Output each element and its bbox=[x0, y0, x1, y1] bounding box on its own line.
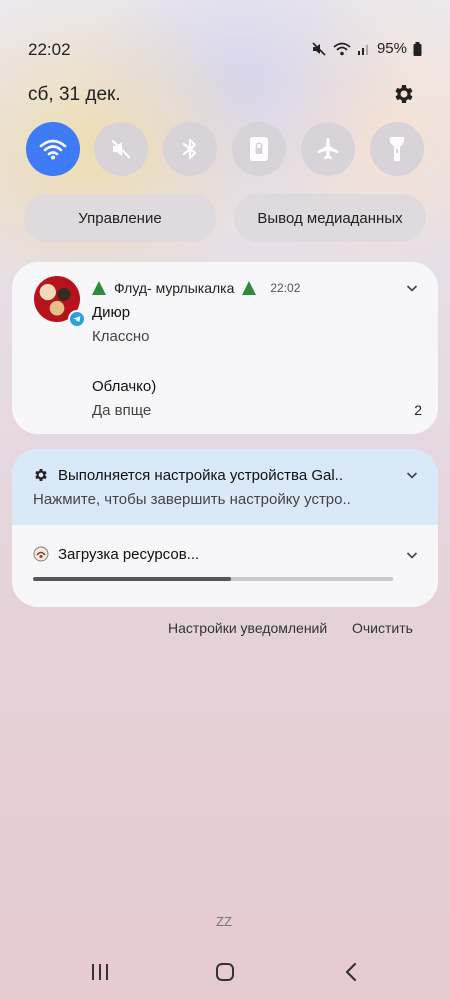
message-text: Да впще bbox=[92, 402, 152, 419]
device-setup-notification[interactable]: Выполняется настройка устройства Gal.. Н… bbox=[12, 449, 438, 525]
rotation-lock-toggle[interactable] bbox=[232, 122, 286, 176]
chevron-down-icon[interactable] bbox=[406, 549, 418, 561]
system-notifications: Выполняется настройка устройства Gal.. Н… bbox=[12, 449, 438, 607]
control-button[interactable]: Управление bbox=[24, 194, 216, 242]
battery-percent: 95% bbox=[376, 40, 407, 57]
chevron-down-icon[interactable] bbox=[406, 469, 418, 481]
telegram-icon bbox=[68, 310, 86, 328]
message-sender: Облачко) bbox=[92, 378, 157, 395]
date-text: сб, 31 дек. bbox=[28, 84, 121, 105]
sound-muted-icon bbox=[111, 139, 131, 159]
flashlight-toggle[interactable] bbox=[370, 122, 424, 176]
setup-gear-icon bbox=[35, 469, 47, 481]
back-icon[interactable] bbox=[344, 962, 358, 982]
sound-toggle[interactable] bbox=[94, 122, 148, 176]
battery-icon bbox=[413, 41, 422, 56]
quick-toggles bbox=[26, 122, 424, 176]
airplane-icon bbox=[318, 138, 338, 160]
navigation-bar bbox=[0, 948, 450, 1000]
settings-gear-icon[interactable] bbox=[392, 82, 416, 106]
signal-icon bbox=[357, 44, 368, 55]
chat-header: Флуд- мурлыкалка 22:02 bbox=[92, 280, 300, 296]
wifi-status-icon bbox=[333, 42, 351, 55]
chevron-down-icon[interactable] bbox=[406, 282, 418, 294]
status-icons: 95% bbox=[311, 40, 422, 57]
chat-title: Флуд- мурлыкалка bbox=[114, 280, 235, 296]
message-sender: Диюр bbox=[92, 304, 131, 321]
chat-time: 22:02 bbox=[270, 281, 301, 295]
notification-settings-link[interactable]: Настройки уведомлений bbox=[168, 620, 327, 636]
setup-title: Выполняется настройка устройства Gal.. bbox=[58, 467, 343, 484]
bluetooth-toggle[interactable] bbox=[163, 122, 217, 176]
home-icon[interactable] bbox=[215, 962, 235, 982]
flashlight-icon bbox=[390, 137, 404, 161]
recent-apps-icon[interactable] bbox=[90, 963, 110, 981]
media-output-button[interactable]: Вывод медиаданных bbox=[234, 194, 426, 242]
download-progress-bar bbox=[33, 577, 393, 581]
christmas-tree-icon bbox=[242, 281, 257, 295]
download-title: Загрузка ресурсов... bbox=[58, 546, 200, 563]
bluetooth-icon bbox=[182, 138, 197, 160]
status-time: 22:02 bbox=[28, 40, 71, 59]
status-bar: 22:02 95% bbox=[0, 0, 450, 60]
mute-icon bbox=[312, 41, 326, 56]
wifi-icon bbox=[39, 139, 67, 160]
message-count: 2 bbox=[414, 402, 422, 418]
airplane-mode-toggle[interactable] bbox=[301, 122, 355, 176]
clear-button[interactable]: Очистить bbox=[352, 620, 413, 636]
wifi-toggle[interactable] bbox=[26, 122, 80, 176]
chat-notification[interactable]: Флуд- мурлыкалка 22:02 Диюр Классно Обла… bbox=[12, 262, 438, 434]
download-app-icon bbox=[33, 546, 49, 562]
download-progress-fill bbox=[33, 577, 231, 581]
zz-label: ZZ bbox=[216, 914, 232, 929]
setup-subtitle: Нажмите, чтобы завершить настройку устро… bbox=[33, 491, 351, 508]
message-text: Классно bbox=[92, 328, 150, 345]
rotation-lock-icon bbox=[250, 137, 268, 161]
christmas-tree-icon bbox=[92, 281, 106, 295]
